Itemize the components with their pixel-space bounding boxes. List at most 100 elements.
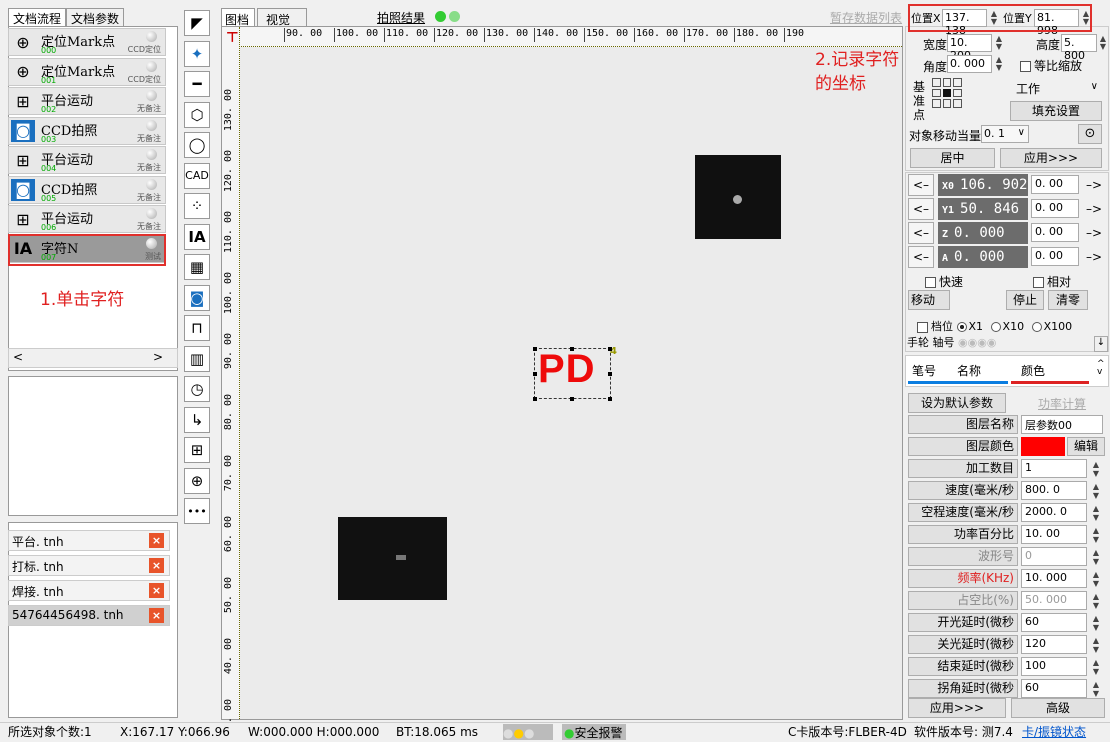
gear-x1-radio[interactable]: [956, 322, 967, 332]
param-value[interactable]: 800. 0: [1021, 481, 1087, 500]
tab-doc-params[interactable]: 文档参数: [66, 8, 125, 26]
width-input[interactable]: 10. 200: [947, 34, 992, 62]
target-button[interactable]: ⊙: [1078, 124, 1102, 144]
qrcode-icon[interactable]: ▦: [184, 254, 210, 280]
param-value[interactable]: 1: [1021, 459, 1087, 478]
axis-step-input[interactable]: 0. 00: [1031, 223, 1079, 242]
jog-right-button[interactable]: –>: [1084, 174, 1104, 196]
param-spin[interactable]: ▲ ▼: [1090, 460, 1102, 479]
set-default-button[interactable]: 设为默认参数>>>: [908, 393, 1006, 428]
gear-x100-radio[interactable]: [1031, 322, 1042, 332]
param-spin[interactable]: ▲ ▼: [1090, 592, 1102, 611]
close-icon[interactable]: ×: [149, 558, 164, 573]
param-value[interactable]: 120: [1021, 635, 1087, 654]
platform-icon[interactable]: ⊓: [184, 315, 210, 341]
h-scrollbar[interactable]: < >: [8, 348, 178, 368]
angle-spin[interactable]: ▲ ▼: [993, 56, 1005, 72]
barcode-icon[interactable]: ▥: [184, 345, 210, 372]
scroll-down-icon[interactable]: ↓: [1094, 336, 1108, 352]
center-button[interactable]: 居中: [910, 148, 995, 168]
crosshair-icon[interactable]: ⊕: [184, 467, 210, 494]
param-value[interactable]: 0: [1021, 547, 1087, 566]
process-step[interactable]: ⊞ 平台运动 002 无备注: [8, 87, 166, 115]
jog-right-button[interactable]: –>: [1084, 198, 1104, 220]
process-step[interactable]: ⊞ 平台运动 004 无备注: [8, 146, 166, 174]
gear-x10-radio[interactable]: [990, 322, 1001, 332]
layer-color-swatch[interactable]: [1021, 437, 1065, 456]
height-spin[interactable]: ▲ ▼: [1097, 35, 1109, 51]
resize-handle[interactable]: [533, 347, 537, 351]
path-icon[interactable]: ↳: [184, 406, 210, 433]
process-step[interactable]: ◙ CCD拍照 005 无备注: [8, 175, 166, 204]
angle-input[interactable]: 0. 000: [947, 55, 992, 73]
stop-button[interactable]: 停止: [1006, 290, 1044, 310]
pen-scroll[interactable]: ^ v: [1097, 360, 1105, 377]
resize-handle[interactable]: [570, 397, 574, 401]
tab-process[interactable]: 文档流程: [8, 8, 67, 26]
relative-checkbox[interactable]: 相对: [1033, 273, 1071, 290]
capture-result-link[interactable]: 拍照结果: [377, 9, 425, 26]
process-step[interactable]: ⊕ 定位Mark点 000 CCD定位: [8, 28, 166, 56]
text-icon[interactable]: IA: [184, 223, 210, 250]
process-step[interactable]: ⊞ 平台运动 006 无备注: [8, 205, 166, 233]
resize-handle[interactable]: [570, 347, 574, 351]
param-spin[interactable]: ▲ ▼: [1090, 570, 1102, 589]
file-item[interactable]: 54764456498. tnh ×: [8, 605, 170, 626]
line-icon[interactable]: ━: [184, 71, 210, 97]
resize-handle[interactable]: [608, 347, 612, 351]
point-icon[interactable]: ✦: [184, 40, 210, 67]
jog-left-button[interactable]: <–: [908, 174, 934, 196]
jog-left-button[interactable]: <–: [908, 246, 934, 268]
clear-button[interactable]: 清零: [1048, 290, 1088, 310]
save-list-link[interactable]: 暂存数据列表: [830, 9, 902, 26]
grid-icon[interactable]: ⊞: [184, 437, 210, 463]
close-icon[interactable]: ×: [149, 608, 164, 623]
jog-left-button[interactable]: <–: [908, 198, 934, 220]
param-spin[interactable]: ▲ ▼: [1090, 658, 1102, 677]
param-value[interactable]: 100: [1021, 657, 1087, 676]
resize-handle[interactable]: [533, 397, 537, 401]
param-spin[interactable]: ▲ ▼: [1090, 614, 1102, 633]
clock-icon[interactable]: ◷: [184, 376, 210, 402]
jog-right-button[interactable]: –>: [1084, 222, 1104, 244]
dot-matrix-icon[interactable]: ⁘: [184, 193, 210, 219]
process-step[interactable]: ⊕ 定位Mark点 001 CCD定位: [8, 57, 166, 86]
resize-handle[interactable]: [608, 372, 612, 376]
process-step[interactable]: ◙ CCD拍照 003 无备注: [8, 116, 166, 145]
canvas-text-object[interactable]: PD: [538, 347, 596, 392]
param-spin[interactable]: ▲ ▼: [1090, 548, 1102, 567]
move-button[interactable]: 移动: [908, 290, 950, 310]
work-select[interactable]: 工作 ∨: [1010, 79, 1102, 98]
cad-icon[interactable]: CAD: [184, 162, 210, 189]
arrow-icon[interactable]: ◤: [184, 10, 210, 36]
tab-vision[interactable]: 视觉: [257, 8, 307, 27]
close-icon[interactable]: ×: [149, 583, 164, 598]
edit-color-button[interactable]: 编辑: [1067, 437, 1105, 456]
polygon-icon[interactable]: ⬡: [184, 101, 210, 128]
width-spin[interactable]: ▲ ▼: [993, 35, 1005, 51]
advanced-button[interactable]: 高级: [1011, 698, 1105, 718]
camera-icon[interactable]: ◙: [184, 284, 210, 311]
param-spin[interactable]: ▲ ▼: [1090, 526, 1102, 545]
param-value[interactable]: 10. 000: [1021, 569, 1087, 588]
param-value[interactable]: 2000. 0: [1021, 503, 1087, 522]
apply-props-button[interactable]: 应用>>>: [1000, 148, 1102, 168]
param-value[interactable]: 60: [1021, 679, 1087, 698]
param-spin[interactable]: ▲ ▼: [1090, 504, 1102, 523]
param-value[interactable]: 10. 00: [1021, 525, 1087, 544]
param-spin[interactable]: ▲ ▼: [1090, 636, 1102, 655]
param-value[interactable]: 层参数00: [1021, 415, 1103, 434]
file-item[interactable]: 平台. tnh ×: [8, 530, 170, 551]
fill-settings-button[interactable]: 填充设置: [1010, 101, 1102, 121]
jog-right-button[interactable]: –>: [1084, 246, 1104, 268]
axis-step-input[interactable]: 0. 00: [1031, 175, 1079, 194]
more-icon[interactable]: •••: [184, 498, 210, 524]
param-value[interactable]: 50. 000: [1021, 591, 1087, 610]
fast-checkbox[interactable]: 快速: [925, 273, 963, 290]
card-status-link[interactable]: 卡/振镜状态: [1022, 723, 1086, 741]
close-icon[interactable]: ×: [149, 533, 164, 548]
base-point-grid[interactable]: [932, 78, 962, 108]
param-spin[interactable]: ▲ ▼: [1090, 680, 1102, 699]
file-item[interactable]: 焊接. tnh ×: [8, 580, 170, 601]
apply-params-button[interactable]: 应用>>>: [908, 698, 1006, 718]
